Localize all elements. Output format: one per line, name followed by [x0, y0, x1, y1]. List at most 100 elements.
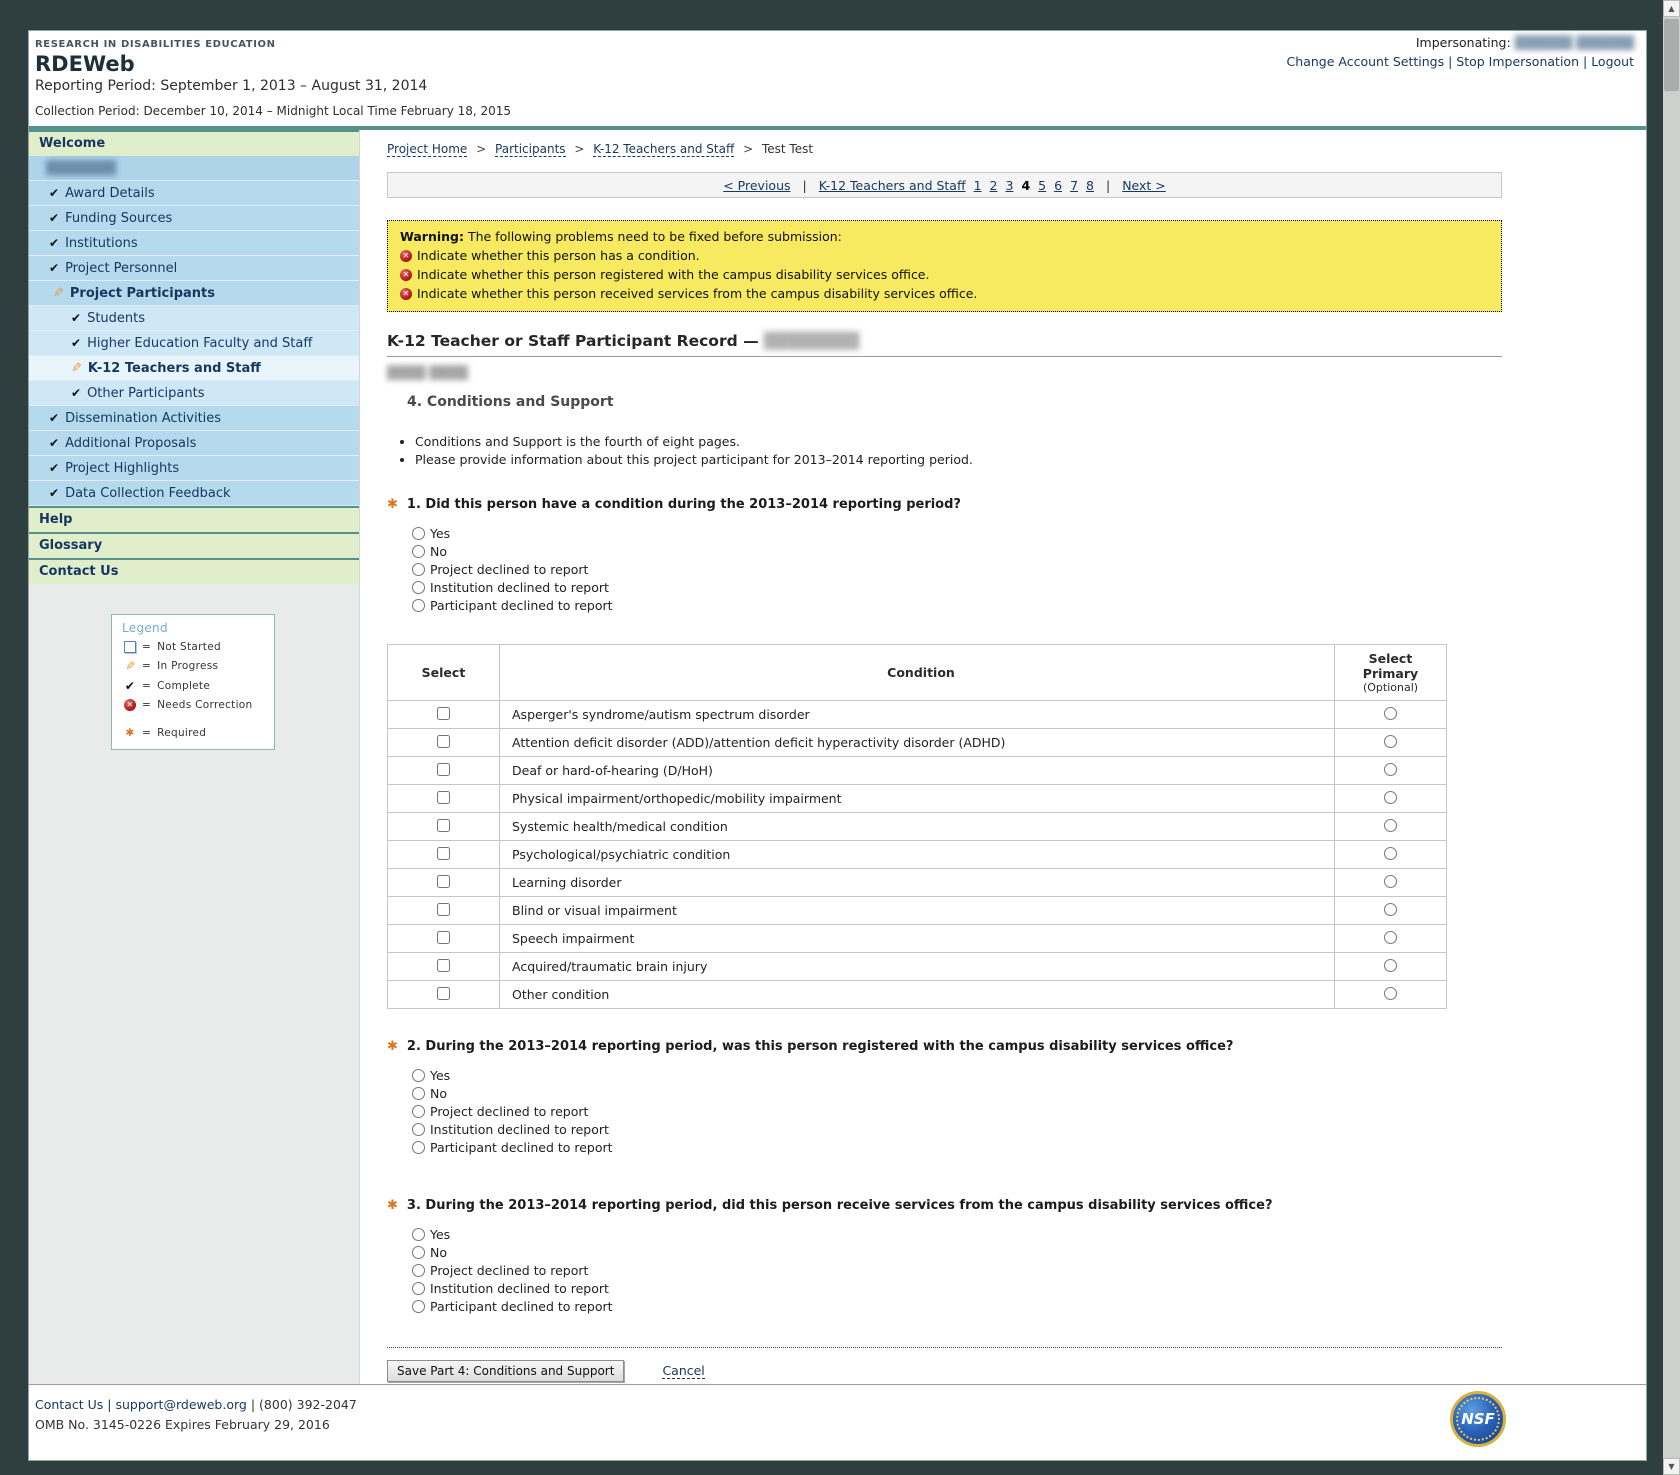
sidebar-item-students[interactable]: ✔ Students	[29, 306, 359, 331]
primary-radio[interactable]	[1384, 959, 1397, 972]
radio-option-project-declined[interactable]: Project declined to report	[412, 1261, 1502, 1279]
check-icon: ✔	[71, 311, 81, 325]
radio-option-participant-declined[interactable]: Participant declined to report	[412, 596, 1502, 614]
sidebar-item-glossary[interactable]: Glossary	[29, 532, 359, 558]
form-bottom-divider	[387, 1347, 1502, 1348]
primary-radio[interactable]	[1384, 735, 1397, 748]
breadcrumb-participants[interactable]: Participants	[495, 142, 566, 157]
sidebar-item-funding-sources[interactable]: ✔ Funding Sources	[29, 206, 359, 231]
radio-option-yes[interactable]: Yes	[412, 524, 1502, 542]
scroll-down-arrow[interactable]: ▼	[1663, 1458, 1680, 1475]
sidebar-item-project-personnel[interactable]: ✔ Project Personnel	[29, 256, 359, 281]
page-link-3[interactable]: 3	[1006, 178, 1014, 193]
condition-checkbox[interactable]	[437, 707, 450, 720]
next-page-link[interactable]: Next >	[1122, 178, 1166, 193]
condition-checkbox[interactable]	[437, 959, 450, 972]
sidebar-item-additional-proposals[interactable]: ✔ Additional Proposals	[29, 431, 359, 456]
sidebar-item-data-collection-feedback[interactable]: ✔ Data Collection Feedback	[29, 481, 359, 506]
condition-checkbox[interactable]	[437, 875, 450, 888]
sidebar-item-welcome[interactable]: Welcome	[29, 130, 359, 156]
condition-checkbox[interactable]	[437, 819, 450, 832]
sidebar-item-project-participants[interactable]: ✎ Project Participants	[29, 281, 359, 306]
primary-radio[interactable]	[1384, 987, 1397, 1000]
radio-input[interactable]	[412, 581, 425, 594]
stop-impersonation-link[interactable]: Stop Impersonation	[1456, 54, 1579, 69]
scrollbar[interactable]: ▲ ▼	[1663, 0, 1680, 1475]
col-select: Select	[388, 645, 500, 701]
primary-radio[interactable]	[1384, 819, 1397, 832]
radio-input[interactable]	[412, 1264, 425, 1277]
radio-input[interactable]	[412, 1141, 425, 1154]
page-link-6[interactable]: 6	[1054, 178, 1062, 193]
sidebar-item-help[interactable]: Help	[29, 506, 359, 532]
footer-email-link[interactable]: support@rdeweb.org	[115, 1397, 246, 1412]
sidebar-item-dissemination[interactable]: ✔ Dissemination Activities	[29, 406, 359, 431]
radio-input[interactable]	[412, 563, 425, 576]
radio-option-project-declined[interactable]: Project declined to report	[412, 560, 1502, 578]
page-link-2[interactable]: 2	[990, 178, 998, 193]
radio-input[interactable]	[412, 1087, 425, 1100]
radio-option-yes[interactable]: Yes	[412, 1066, 1502, 1084]
radio-option-yes[interactable]: Yes	[412, 1225, 1502, 1243]
radio-input[interactable]	[412, 1282, 425, 1295]
breadcrumb-k12[interactable]: K-12 Teachers and Staff	[593, 142, 734, 157]
radio-option-institution-declined[interactable]: Institution declined to report	[412, 1120, 1502, 1138]
sidebar-item-other-participants[interactable]: ✔ Other Participants	[29, 381, 359, 406]
primary-radio[interactable]	[1384, 931, 1397, 944]
primary-radio[interactable]	[1384, 903, 1397, 916]
sidebar-item-contact-us[interactable]: Contact Us	[29, 558, 359, 584]
radio-option-no[interactable]: No	[412, 1243, 1502, 1261]
sidebar-item-award-number[interactable]: ███████	[29, 156, 359, 181]
condition-checkbox[interactable]	[437, 763, 450, 776]
radio-input[interactable]	[412, 527, 425, 540]
radio-input[interactable]	[412, 1069, 425, 1082]
previous-page-link[interactable]: < Previous	[723, 178, 790, 193]
page-link-8[interactable]: 8	[1086, 178, 1094, 193]
condition-checkbox[interactable]	[437, 847, 450, 860]
radio-input[interactable]	[412, 1123, 425, 1136]
page-link-5[interactable]: 5	[1038, 178, 1046, 193]
radio-input[interactable]	[412, 1246, 425, 1259]
radio-option-institution-declined[interactable]: Institution declined to report	[412, 1279, 1502, 1297]
pencil-icon: ✎	[53, 286, 64, 301]
condition-checkbox[interactable]	[437, 735, 450, 748]
radio-option-no[interactable]: No	[412, 1084, 1502, 1102]
primary-radio[interactable]	[1384, 763, 1397, 776]
condition-checkbox[interactable]	[437, 931, 450, 944]
condition-checkbox[interactable]	[437, 791, 450, 804]
breadcrumb-project-home[interactable]: Project Home	[387, 142, 467, 157]
question-2: ✱ 2. During the 2013–2014 reporting peri…	[387, 1039, 1502, 1054]
condition-checkbox[interactable]	[437, 903, 450, 916]
scrollbar-thumb[interactable]	[1664, 19, 1679, 91]
primary-radio[interactable]	[1384, 791, 1397, 804]
radio-input[interactable]	[412, 1105, 425, 1118]
sidebar-item-k12-teachers[interactable]: ✎ K-12 Teachers and Staff	[29, 356, 359, 381]
scroll-up-arrow[interactable]: ▲	[1663, 0, 1680, 17]
radio-option-project-declined[interactable]: Project declined to report	[412, 1102, 1502, 1120]
radio-input[interactable]	[412, 599, 425, 612]
condition-checkbox[interactable]	[437, 987, 450, 1000]
radio-option-institution-declined[interactable]: Institution declined to report	[412, 578, 1502, 596]
primary-radio[interactable]	[1384, 707, 1397, 720]
sidebar-item-project-highlights[interactable]: ✔ Project Highlights	[29, 456, 359, 481]
save-button[interactable]: Save Part 4: Conditions and Support	[387, 1360, 624, 1382]
sidebar-item-higher-ed-faculty[interactable]: ✔ Higher Education Faculty and Staff	[29, 331, 359, 356]
page-link-1[interactable]: 1	[974, 178, 982, 193]
radio-input[interactable]	[412, 1228, 425, 1241]
condition-label: Speech impairment	[512, 931, 634, 946]
footer-contact-link[interactable]: Contact Us	[35, 1397, 103, 1412]
radio-input[interactable]	[412, 1300, 425, 1313]
radio-option-participant-declined[interactable]: Participant declined to report	[412, 1138, 1502, 1156]
radio-option-participant-declined[interactable]: Participant declined to report	[412, 1297, 1502, 1315]
radio-option-no[interactable]: No	[412, 542, 1502, 560]
page-link-7[interactable]: 7	[1070, 178, 1078, 193]
logout-link[interactable]: Logout	[1591, 54, 1634, 69]
sidebar-item-award-details[interactable]: ✔ Award Details	[29, 181, 359, 206]
primary-radio[interactable]	[1384, 875, 1397, 888]
section-link[interactable]: K-12 Teachers and Staff	[819, 178, 966, 193]
change-account-settings-link[interactable]: Change Account Settings	[1287, 54, 1445, 69]
primary-radio[interactable]	[1384, 847, 1397, 860]
cancel-link[interactable]: Cancel	[662, 1363, 704, 1379]
sidebar-item-institutions[interactable]: ✔ Institutions	[29, 231, 359, 256]
radio-input[interactable]	[412, 545, 425, 558]
